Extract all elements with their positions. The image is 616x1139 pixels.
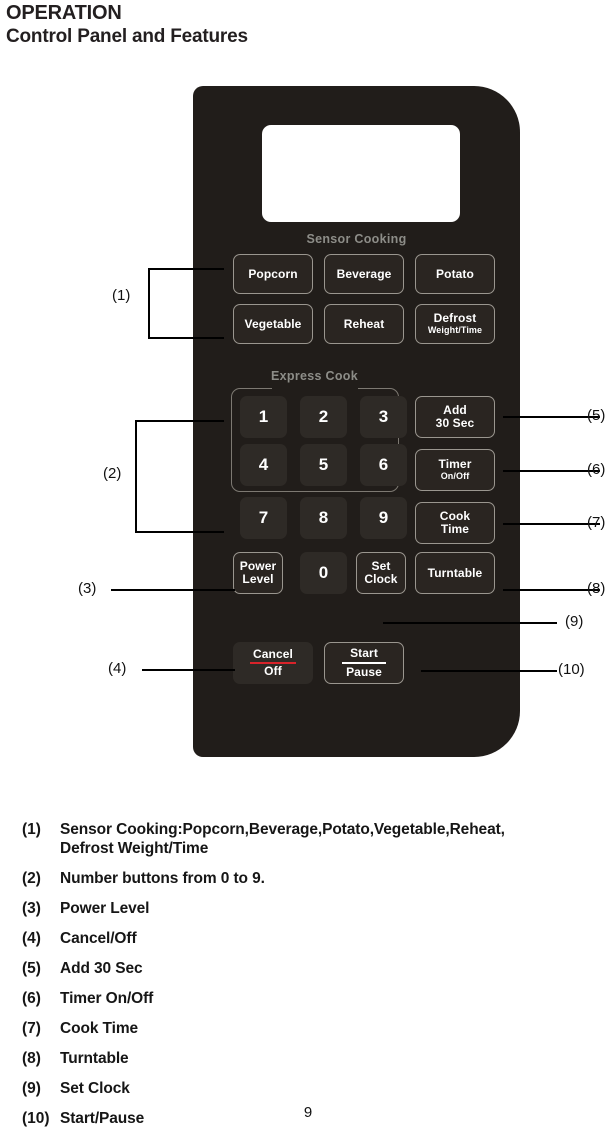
legend-text: Cook Time: [60, 1020, 139, 1037]
legend-item: (9) Set Clock: [22, 1079, 616, 1098]
page-header: OPERATION Control Panel and Features: [6, 2, 248, 48]
legend-item: (3) Power Level: [22, 899, 616, 918]
callout-2-number: (2): [103, 465, 122, 482]
button-beverage[interactable]: Beverage: [324, 254, 404, 294]
callout-5-line: [503, 416, 600, 418]
legend-text: Set Clock: [60, 1080, 130, 1097]
legend-item: (6) Timer On/Off: [22, 989, 616, 1008]
legend-text: Add 30 Sec: [60, 960, 143, 977]
callout-6-line: [503, 470, 600, 472]
legend-text: Power Level: [60, 900, 150, 917]
legend-index: (1): [22, 821, 41, 838]
legend-item: (8) Turntable: [22, 1049, 616, 1068]
callout-4-number: (4): [108, 660, 127, 677]
legend-item: (1) Sensor Cooking:Popcorn,Beverage,Pota…: [22, 820, 616, 858]
callout-5-number: (5): [587, 407, 606, 424]
callout-10-number: (10): [558, 661, 585, 678]
key-2[interactable]: 2: [300, 396, 347, 438]
legend-list: (1) Sensor Cooking:Popcorn,Beverage,Pota…: [22, 820, 616, 1139]
callout-7-line: [503, 523, 600, 525]
page-subtitle: Control Panel and Features: [6, 26, 248, 47]
button-vegetable[interactable]: Vegetable: [233, 304, 313, 344]
legend-text: Number buttons from 0 to 9.: [60, 870, 265, 887]
microwave-control-panel: Sensor Cooking Popcorn Beverage Potato V…: [193, 86, 520, 757]
callout-2-line-top: [135, 420, 224, 422]
key-0[interactable]: 0: [300, 552, 347, 594]
callout-10-line: [421, 670, 557, 672]
express-cook-outline-gap: [272, 384, 358, 392]
button-power-level[interactable]: Power Level: [233, 552, 283, 594]
legend-index: (3): [22, 900, 41, 917]
key-6[interactable]: 6: [360, 444, 407, 486]
key-7[interactable]: 7: [240, 497, 287, 539]
button-timer-on-off[interactable]: Timer On/Off: [415, 449, 495, 491]
button-cancel-off[interactable]: Cancel Off: [233, 642, 313, 684]
legend-text: Cancel/Off: [60, 930, 137, 947]
legend-index: (2): [22, 870, 41, 887]
page-title: OPERATION: [6, 2, 122, 24]
callout-7-number: (7): [587, 514, 606, 531]
callout-1-number: (1): [112, 287, 131, 304]
legend-index: (8): [22, 1050, 41, 1067]
legend-item: (4) Cancel/Off: [22, 929, 616, 948]
button-potato[interactable]: Potato: [415, 254, 495, 294]
legend-text: Sensor Cooking:Popcorn,Beverage,Potato,V…: [60, 821, 505, 857]
display-screen: [262, 125, 460, 222]
button-start-pause[interactable]: Start Pause: [324, 642, 404, 684]
key-3[interactable]: 3: [360, 396, 407, 438]
sensor-cooking-label: Sensor Cooking: [306, 232, 407, 246]
key-9[interactable]: 9: [360, 497, 407, 539]
legend-index: (7): [22, 1020, 41, 1037]
legend-item: (7) Cook Time: [22, 1019, 616, 1038]
button-defrost[interactable]: Defrost Weight/Time: [415, 304, 495, 344]
callout-4-line: [142, 669, 235, 671]
legend-item: (2) Number buttons from 0 to 9.: [22, 869, 616, 888]
callout-1-line-vertical: [148, 268, 150, 338]
callout-3-number: (3): [78, 580, 97, 597]
key-8[interactable]: 8: [300, 497, 347, 539]
legend-text: Timer On/Off: [60, 990, 154, 1007]
legend-index: (9): [22, 1080, 41, 1097]
callout-2-line-vertical: [135, 420, 137, 532]
legend-index: (4): [22, 930, 41, 947]
button-add-30-sec[interactable]: Add 30 Sec: [415, 396, 495, 438]
callout-8-line: [503, 589, 600, 591]
callout-2-line-bottom: [135, 531, 224, 533]
page-number: 9: [303, 1104, 313, 1121]
legend-index: (6): [22, 990, 41, 1007]
callout-1-line-top: [148, 268, 224, 270]
express-cook-label: Express Cook: [271, 369, 358, 383]
legend-text: Turntable: [60, 1050, 129, 1067]
button-popcorn[interactable]: Popcorn: [233, 254, 313, 294]
legend-item: (5) Add 30 Sec: [22, 959, 616, 978]
key-1[interactable]: 1: [240, 396, 287, 438]
callout-8-number: (8): [587, 580, 606, 597]
legend-index: (5): [22, 960, 41, 977]
button-reheat[interactable]: Reheat: [324, 304, 404, 344]
start-divider-rule: [342, 662, 386, 664]
key-4[interactable]: 4: [240, 444, 287, 486]
callout-6-number: (6): [587, 461, 606, 478]
callout-9-line: [383, 622, 557, 624]
button-turntable[interactable]: Turntable: [415, 552, 495, 594]
button-set-clock[interactable]: Set Clock: [356, 552, 406, 594]
button-cook-time[interactable]: Cook Time: [415, 502, 495, 544]
callout-3-line: [111, 589, 235, 591]
key-5[interactable]: 5: [300, 444, 347, 486]
callout-1-line-bottom: [148, 337, 224, 339]
callout-9-number: (9): [565, 613, 584, 630]
